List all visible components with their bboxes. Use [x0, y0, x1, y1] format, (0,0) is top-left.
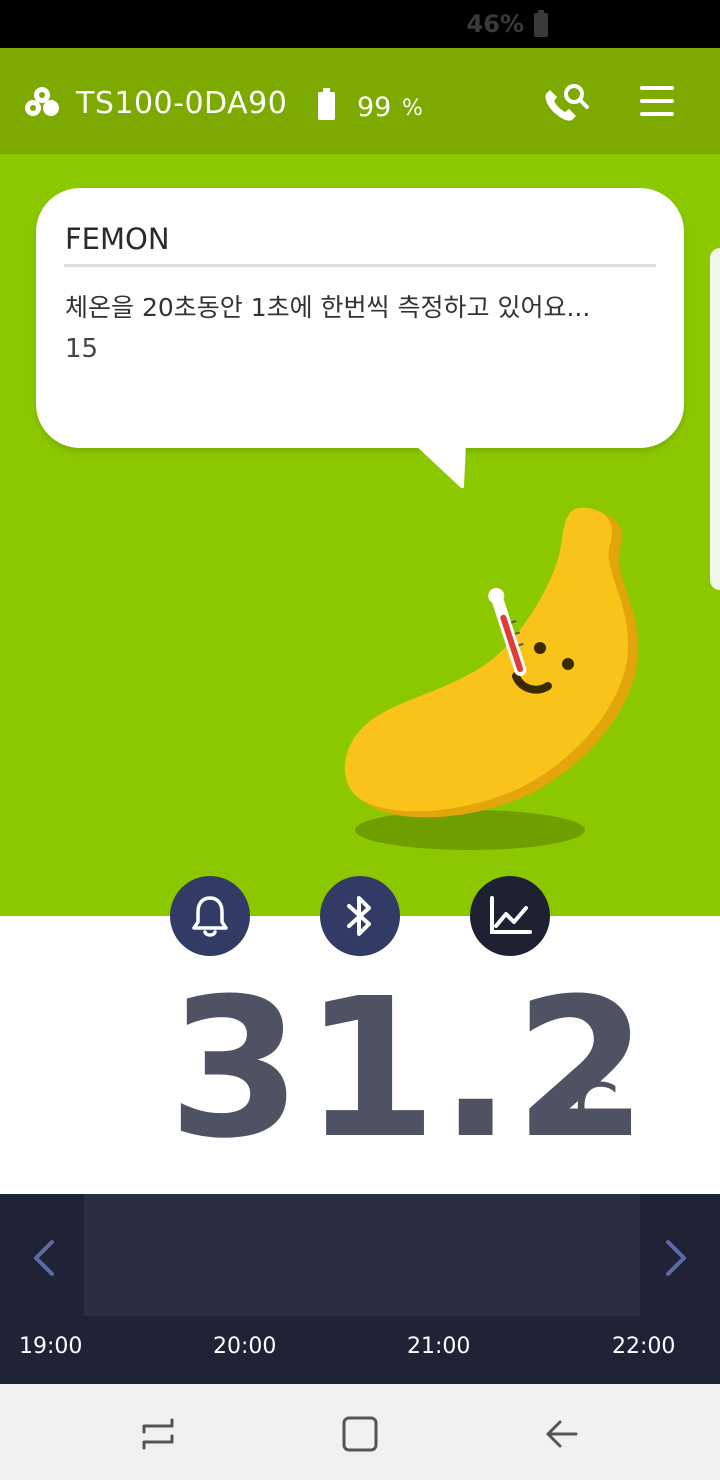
chart-icon [490, 896, 532, 934]
bubble-message: 체온을 20초동안 1초에 한번씩 측정하고 있어요... [65, 293, 591, 322]
timeline-next-button[interactable] [640, 1194, 720, 1316]
bluetooth-button[interactable] [320, 876, 400, 956]
temperature-panel: 31.2 ℃ [0, 916, 720, 1194]
app-header: TS100-0DA90 99 % [0, 48, 720, 154]
time-label: 22:00 [612, 1334, 676, 1359]
home-icon[interactable] [340, 1414, 380, 1454]
bubble-divider [64, 264, 656, 267]
timeline: 19:00 20:00 21:00 22:00 [0, 1194, 720, 1384]
device-battery-value: 99 [357, 92, 392, 123]
action-buttons [0, 876, 720, 956]
chevron-left-icon [34, 1240, 54, 1276]
chevron-right-icon [666, 1240, 686, 1276]
system-navigation-bar [0, 1384, 720, 1480]
status-battery-icon [534, 10, 548, 37]
call-search-icon[interactable] [540, 82, 592, 124]
timeline-axis: 19:00 20:00 21:00 22:00 [0, 1316, 720, 1384]
status-battery-percent: 46% [466, 10, 524, 38]
temperature-unit: ℃ [548, 1071, 620, 1145]
logo-icon [25, 87, 59, 116]
hero-area: FEMON 체온을 20초동안 1초에 한번씩 측정하고 있어요... 15 [0, 154, 720, 916]
timeline-graph[interactable] [84, 1194, 640, 1316]
status-bar: 46% [0, 0, 720, 48]
back-icon[interactable] [542, 1414, 582, 1454]
chart-button[interactable] [470, 876, 550, 956]
recent-apps-icon[interactable] [138, 1414, 178, 1454]
time-label: 21:00 [407, 1334, 471, 1359]
timeline-prev-button[interactable] [0, 1194, 84, 1316]
alarm-button[interactable] [170, 876, 250, 956]
device-name: TS100-0DA90 [76, 86, 288, 121]
device-battery-icon [318, 88, 335, 120]
side-panel-handle[interactable] [710, 248, 720, 590]
device-battery-unit: % [402, 96, 423, 121]
bubble-title: FEMON [65, 222, 170, 256]
banana-mascot-illustration [344, 507, 639, 850]
time-label: 19:00 [19, 1334, 83, 1359]
time-label: 20:00 [213, 1334, 277, 1359]
bubble-tail [414, 444, 466, 489]
message-bubble: FEMON 체온을 20초동안 1초에 한번씩 측정하고 있어요... 15 [36, 188, 684, 448]
bluetooth-icon [347, 896, 371, 936]
menu-icon[interactable] [640, 86, 676, 118]
bell-icon [192, 896, 228, 937]
bubble-countdown: 15 [65, 334, 99, 364]
